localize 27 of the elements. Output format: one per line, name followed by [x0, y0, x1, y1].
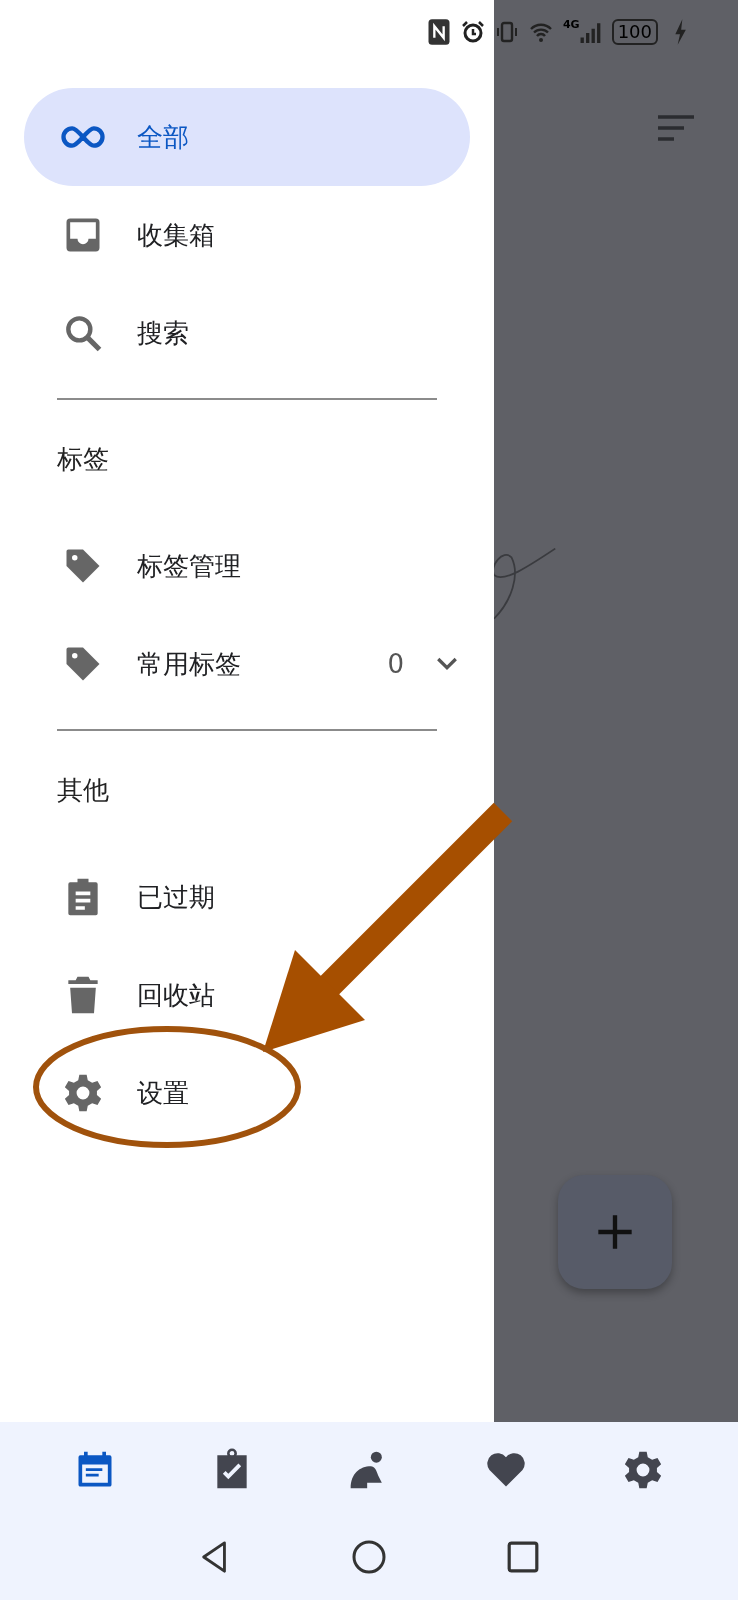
item-label: 全部: [137, 120, 189, 154]
drawer-item[interactable]: 搜索: [24, 284, 470, 382]
drawer-item[interactable]: 回收站: [24, 946, 470, 1044]
network-type: 4G: [562, 18, 580, 31]
plus-icon: [595, 1212, 635, 1252]
item-label: 回收站: [137, 978, 215, 1012]
recents-button[interactable]: [506, 1540, 540, 1574]
home-button[interactable]: [352, 1540, 386, 1574]
item-label: 已过期: [137, 880, 215, 914]
nfc-icon: [426, 18, 451, 46]
item-label: 设置: [137, 1076, 189, 1110]
section-header: 标签: [56, 443, 110, 476]
item-label: 收集箱: [137, 218, 215, 252]
drawer-item[interactable]: 标签管理: [24, 517, 470, 615]
drawer-item[interactable]: 全部: [24, 88, 470, 186]
section-header: 其他: [56, 774, 110, 807]
item-label: 常用标签: [137, 647, 241, 681]
item-label: 标签管理: [137, 549, 241, 583]
drawer-item[interactable]: 常用标签 0: [24, 615, 470, 713]
drawer-item[interactable]: 已过期: [24, 848, 470, 946]
item-count: 0: [387, 649, 404, 679]
item-label: 搜索: [137, 316, 189, 350]
drawer-item[interactable]: 设置: [24, 1044, 470, 1142]
sort-icon: [658, 115, 694, 141]
battery-level: 100: [611, 19, 658, 45]
drawer-item[interactable]: 收集箱: [24, 186, 470, 284]
signal-icon: [579, 20, 602, 44]
